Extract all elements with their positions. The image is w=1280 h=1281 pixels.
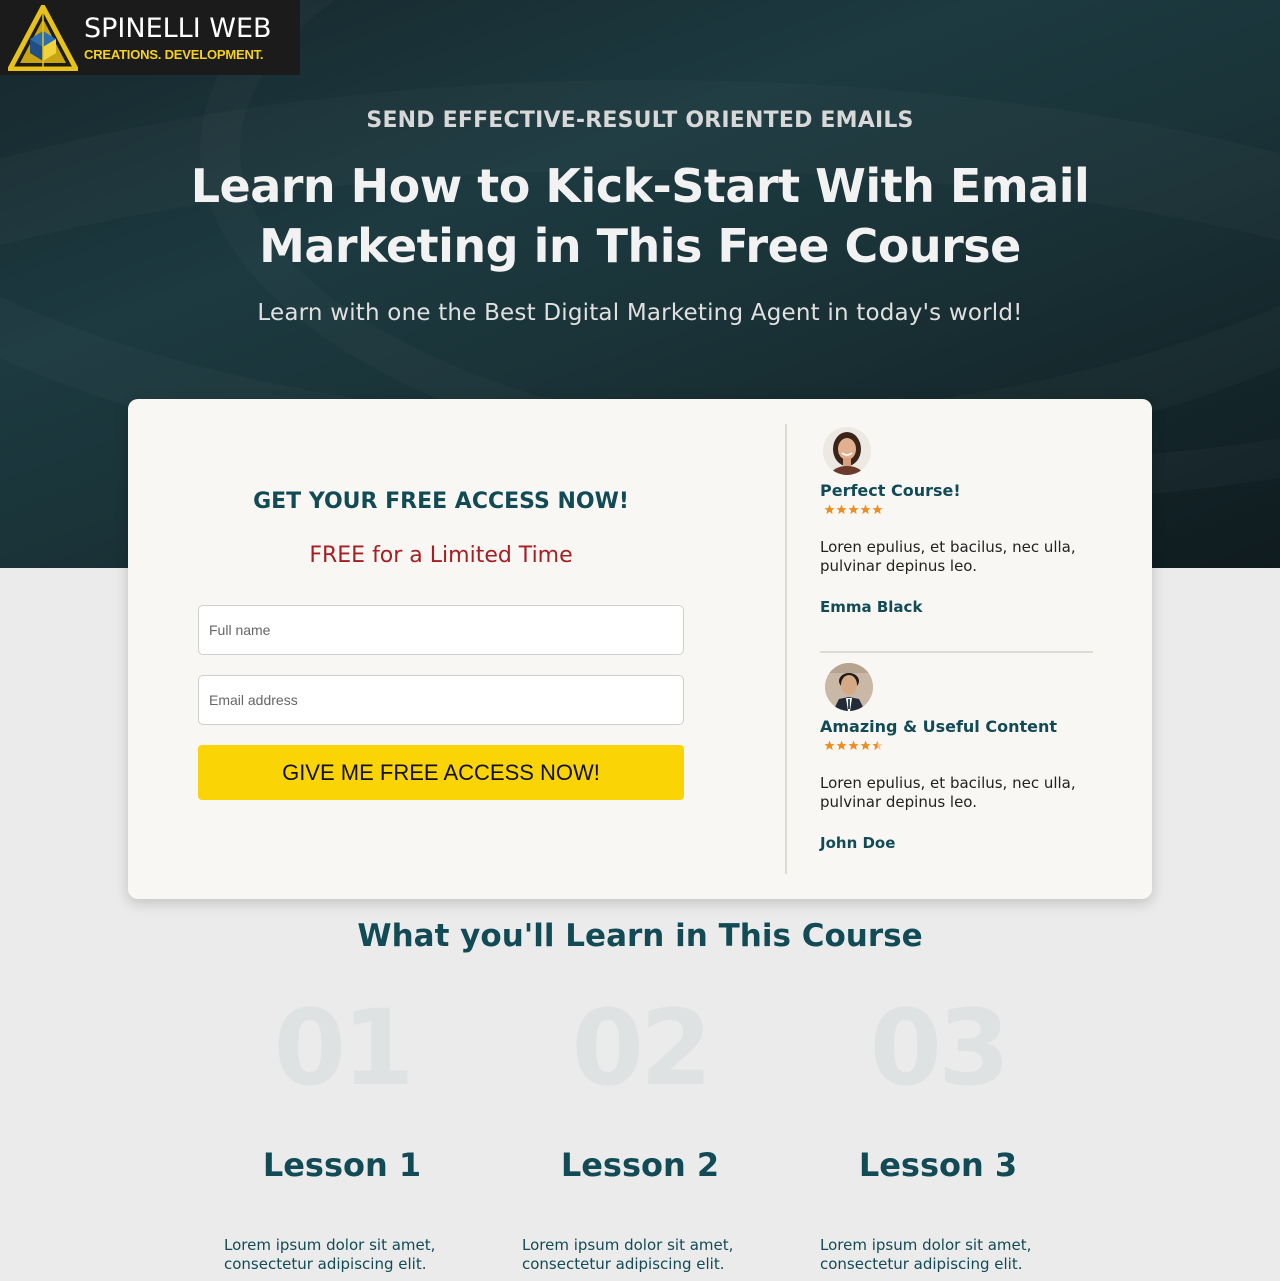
lesson-description: Lorem ipsum dolor sit amet, consectetur … (522, 1236, 734, 1273)
star-icon (836, 740, 847, 751)
free-limited-note: FREE for a Limited Time (309, 543, 573, 568)
triangle-cube-logo-icon (8, 4, 78, 71)
review-card: Amazing & Useful Content Loren epulius, … (820, 663, 1120, 852)
lesson-number: 03 (869, 987, 1011, 1109)
star-icon (872, 504, 883, 515)
lesson-item: 03 Lesson 3 Lorem ipsum dolor sit amet, … (808, 990, 1068, 1274)
star-icon (848, 504, 859, 515)
get-access-button[interactable]: GIVE ME FREE ACCESS NOW! (198, 745, 684, 800)
lesson-title: Lesson 2 (560, 1146, 720, 1184)
review-title: Amazing & Useful Content (820, 717, 1058, 736)
review-title: Perfect Course! (820, 481, 961, 500)
hero-eyebrow: SEND EFFECTIVE-RESULT ORIENTED EMAILS (366, 108, 914, 133)
email-input[interactable] (198, 675, 684, 725)
star-icon (860, 504, 871, 515)
review-author: Emma Black (820, 598, 923, 616)
review-author: John Doe (820, 834, 896, 852)
lesson-number: 02 (571, 987, 713, 1109)
signup-title: GET YOUR FREE ACCESS NOW! (253, 489, 629, 514)
brand-logo[interactable]: SPINELLI WEB CREATIONS. DEVELOPMENT. (0, 0, 300, 75)
lesson-title: Lesson 1 (262, 1146, 422, 1184)
lesson-description: Lorem ipsum dolor sit amet, consectetur … (820, 1236, 1032, 1273)
signup-card: GET YOUR FREE ACCESS NOW! FREE for a Lim… (128, 399, 1152, 899)
review-divider (820, 651, 1093, 653)
star-icon (836, 504, 847, 515)
full-name-input[interactable] (198, 605, 684, 655)
star-icon (824, 504, 835, 515)
brand-title: SPINELLI WEB (84, 12, 272, 44)
lesson-description: Lorem ipsum dolor sit amet, consectetur … (224, 1236, 436, 1273)
card-divider (785, 424, 787, 874)
lesson-item: 01 Lesson 1 Lorem ipsum dolor sit amet, … (212, 990, 472, 1274)
review-text: Loren epulius, et bacilus, nec ulla, pul… (820, 774, 1076, 811)
brand-tagline: CREATIONS. DEVELOPMENT. (84, 46, 264, 62)
hero-subline: Learn with one the Best Digital Marketin… (257, 300, 1023, 326)
star-icon (848, 740, 859, 751)
lesson-number: 01 (273, 987, 415, 1109)
star-rating (824, 740, 1120, 751)
lesson-title: Lesson 3 (858, 1146, 1018, 1184)
star-icon (824, 740, 835, 751)
reviewer-photo (823, 427, 871, 475)
hero-headline: Learn How to Kick-Start With Email Marke… (190, 159, 1090, 273)
avatar (823, 427, 871, 475)
half-star-icon (872, 740, 883, 751)
reviewer-photo (825, 663, 873, 711)
review-text: Loren epulius, et bacilus, nec ulla, pul… (820, 538, 1076, 575)
avatar (825, 663, 873, 711)
course-section-title: What you'll Learn in This Course (357, 918, 923, 954)
star-icon (860, 740, 871, 751)
lesson-item: 02 Lesson 2 Lorem ipsum dolor sit amet, … (510, 990, 770, 1274)
review-card: Perfect Course! Loren epulius, et bacilu… (820, 427, 1120, 616)
star-rating (824, 504, 1120, 515)
